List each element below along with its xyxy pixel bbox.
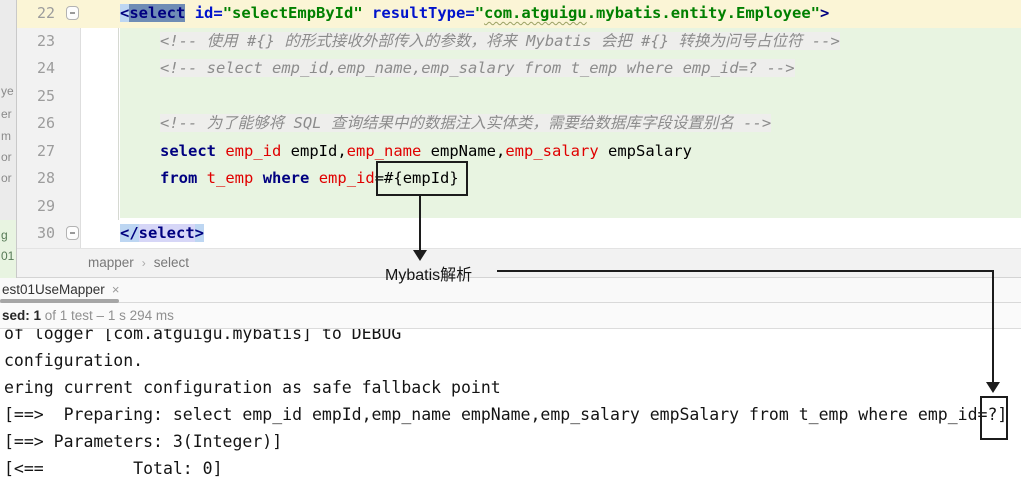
- fold-marker-icon[interactable]: [66, 6, 79, 20]
- code-token: =: [213, 4, 222, 22]
- line-number-22: 22: [17, 0, 55, 28]
- code-line-27[interactable]: select emp_id empId,emp_name empName,emp…: [82, 138, 1021, 166]
- clipped-tree-text: m: [1, 129, 11, 143]
- code-line-22[interactable]: <select id="selectEmpById" resultType="c…: [82, 0, 1021, 28]
- code-line-28[interactable]: from t_emp where emp_id=#{empId}: [82, 165, 1021, 193]
- code-token: <!-- 使用 #{} 的形式接收外部传入的参数，将来 Mybatis 会把 #…: [160, 32, 840, 50]
- code-token: <!-- select emp_id,emp_name,emp_salary f…: [160, 59, 795, 77]
- clipped-tree-text: 01: [1, 249, 14, 263]
- code-token: #{empId}: [384, 169, 459, 187]
- code-token: [363, 4, 372, 22]
- line-number-30: 30: [17, 220, 55, 248]
- console-line: [==> Preparing: select emp_id empId,emp_…: [0, 401, 1021, 428]
- code-token: [253, 169, 262, 187]
- console-line: of logger [com.atguigu.mybatis] to DEBUG: [0, 329, 1021, 347]
- code-line-25[interactable]: [82, 83, 1021, 111]
- code-token: [185, 4, 194, 22]
- code-token: select: [139, 224, 195, 242]
- code-token: resultType: [372, 4, 465, 22]
- breadcrumb: mapper›select: [17, 248, 1021, 278]
- code-token: empSalary: [599, 142, 692, 160]
- code-token: >: [195, 224, 204, 242]
- code-line-24[interactable]: <!-- select emp_id,emp_name,emp_salary f…: [82, 55, 1021, 83]
- breadcrumb-separator-icon: ›: [134, 256, 154, 270]
- console-line: [<== Total: 0]: [0, 455, 1021, 482]
- line-number-29: 29: [17, 193, 55, 221]
- close-icon[interactable]: ×: [105, 282, 120, 297]
- test-status-bar: sed: 1 of 1 test – 1 s 294 ms: [0, 303, 1021, 329]
- code-token: =: [375, 169, 384, 187]
- test-status-detail: of 1 test – 1 s 294 ms: [41, 308, 174, 323]
- console-line: configuration.: [0, 347, 1021, 374]
- line-number-27: 27: [17, 138, 55, 166]
- console-output[interactable]: of logger [com.atguigu.mybatis] to DEBUG…: [0, 329, 1021, 486]
- console-line: ering current configuration as safe fall…: [0, 374, 1021, 401]
- active-tab-underline: [0, 299, 119, 303]
- line-number-25: 25: [17, 83, 55, 111]
- code-token: [216, 142, 225, 160]
- code-token: <: [120, 4, 129, 22]
- code-token: =: [465, 4, 474, 22]
- run-tab-label: est01UseMapper: [2, 282, 105, 297]
- fold-marker-icon[interactable]: [66, 226, 79, 240]
- code-token: com.atguigu: [484, 4, 587, 22]
- code-token: t_emp: [207, 169, 254, 187]
- code-token: <!-- 为了能够将 SQL 查询结果中的数据注入实体类，需要给数据库字段设置别…: [160, 114, 771, 132]
- clipped-tree-text: or: [1, 150, 12, 164]
- breadcrumb-item-select[interactable]: select: [154, 255, 189, 270]
- code-line-23[interactable]: <!-- 使用 #{} 的形式接收外部传入的参数，将来 Mybatis 会把 #…: [82, 28, 1021, 56]
- clipped-tree-text: or: [1, 171, 12, 185]
- line-number-23: 23: [17, 28, 55, 56]
- code-token: emp_salary: [505, 142, 598, 160]
- code-line-26[interactable]: <!-- 为了能够将 SQL 查询结果中的数据注入实体类，需要给数据库字段设置别…: [82, 110, 1021, 138]
- code-token: from: [160, 169, 197, 187]
- editor-pane[interactable]: 222324252627282930 <select id="selectEmp…: [17, 0, 1021, 248]
- run-tab-bar: est01UseMapper×: [0, 278, 1021, 303]
- line-number-24: 24: [17, 55, 55, 83]
- line-number-26: 26: [17, 110, 55, 138]
- code-token: select: [160, 142, 216, 160]
- code-token: >: [820, 4, 829, 22]
- line-number-28: 28: [17, 165, 55, 193]
- ide-window: ye er m or or g 01 222324252627282930 < select …: [0, 0, 1021, 486]
- console-line: [==> Parameters: 3(Integer)]: [0, 428, 1021, 455]
- clipped-tree-text: er: [1, 107, 12, 121]
- code-token: empId,: [281, 142, 346, 160]
- code-token: emp_id: [225, 142, 281, 160]
- test-passed-count: sed: 1: [2, 308, 41, 323]
- breadcrumb-item-mapper[interactable]: mapper: [88, 255, 134, 270]
- clipped-tree-text: ye: [1, 84, 14, 98]
- code-token: "selectEmpById": [223, 4, 363, 22]
- code-token: id: [195, 4, 214, 22]
- code-token: [309, 169, 318, 187]
- code-token: where: [263, 169, 310, 187]
- code-token: emp_id: [319, 169, 375, 187]
- code-token: [197, 169, 206, 187]
- code-token: emp_name: [347, 142, 422, 160]
- code-token: .mybatis.entity.Employee": [587, 4, 820, 22]
- code-token: ": [475, 4, 484, 22]
- code-line-29[interactable]: [82, 193, 1021, 221]
- code-token: select: [129, 4, 185, 22]
- clipped-tree-text: g: [1, 228, 8, 242]
- code-token: empName,: [421, 142, 505, 160]
- project-panel-clipped: ye er m or or g 01: [0, 0, 17, 278]
- code-line-30[interactable]: </select>: [82, 220, 1021, 248]
- code-token: </: [120, 224, 139, 242]
